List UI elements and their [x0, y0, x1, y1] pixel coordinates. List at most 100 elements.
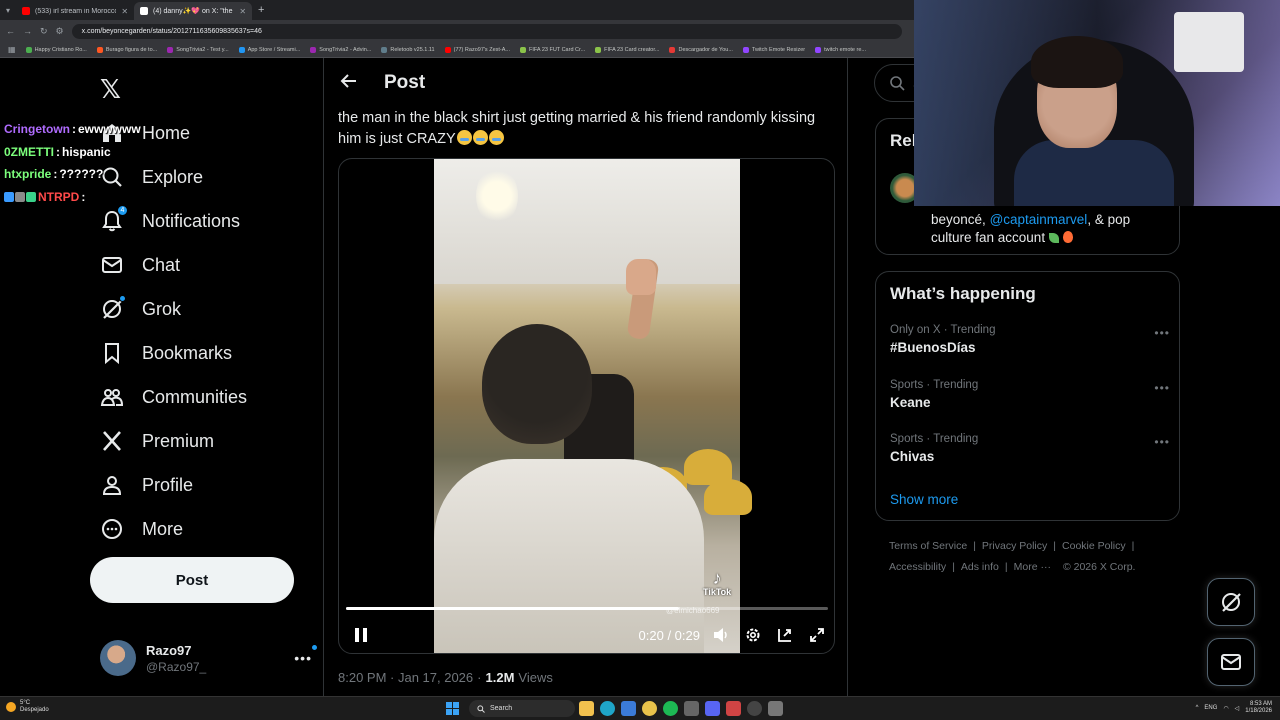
- privacy-link[interactable]: Privacy Policy: [982, 540, 1047, 552]
- post-header: Post: [324, 58, 847, 108]
- post-button[interactable]: Post: [90, 557, 294, 603]
- sidebar-item-grok[interactable]: Grok: [100, 293, 181, 325]
- settings-gear-icon[interactable]: [768, 701, 783, 716]
- grok-icon: [100, 295, 126, 321]
- new-tab-plus-icon[interactable]: +: [258, 4, 264, 16]
- leaf-emoji-icon: [1048, 233, 1059, 243]
- taskbar-search-label: Search: [490, 705, 513, 712]
- system-tray: ^ ENG ◠ ◁ 8:53 AM 1/18/2026: [1196, 701, 1272, 715]
- picture-in-picture-icon[interactable]: [774, 624, 796, 646]
- discord-icon[interactable]: [705, 701, 720, 716]
- app-icon[interactable]: [684, 701, 699, 716]
- video-frame: ♪ TikTok @elmichao669: [434, 159, 752, 653]
- footer-more-link[interactable]: More ···: [1014, 561, 1051, 573]
- trend-item[interactable]: Sports · Trending Chivas •••: [890, 433, 1170, 464]
- fullscreen-icon[interactable]: [806, 624, 828, 646]
- account-handle: @Razo97_: [146, 659, 207, 674]
- x-logo-icon[interactable]: 𝕏: [100, 74, 121, 105]
- settings-gear-icon[interactable]: [742, 624, 764, 646]
- bookmark-item[interactable]: FIFA 23 Card creator...: [595, 46, 659, 53]
- app-icon[interactable]: [726, 701, 741, 716]
- file-explorer-icon[interactable]: [579, 701, 594, 716]
- crying-face-emoji-icon: [488, 130, 504, 145]
- sidebar-item-chat[interactable]: Chat: [100, 249, 180, 281]
- chrome-icon[interactable]: [642, 701, 657, 716]
- spotify-icon[interactable]: [663, 701, 678, 716]
- bio-mention-link[interactable]: @captainmarvel: [990, 212, 1088, 227]
- ads-info-link[interactable]: Ads info: [961, 561, 999, 573]
- video-time: 0:20 / 0:29: [638, 627, 700, 643]
- reload-icon[interactable]: ↻: [40, 26, 48, 37]
- account-info: Razo97 @Razo97_: [146, 643, 284, 674]
- bookmark-item[interactable]: Happy Cristiano Ro...: [25, 46, 87, 53]
- close-tab-icon[interactable]: ✕: [121, 7, 128, 16]
- wifi-icon[interactable]: ◠: [1223, 705, 1228, 712]
- obs-icon[interactable]: [747, 701, 762, 716]
- trend-item[interactable]: Only on X · Trending #BuenosDías •••: [890, 324, 1170, 355]
- back-arrow-icon[interactable]: [340, 72, 358, 95]
- windows-start-icon[interactable]: [446, 702, 459, 715]
- url-input[interactable]: x.com/beyoncegarden/status/2012711635609…: [71, 23, 902, 39]
- bookmark-item[interactable]: App Store / Streami...: [238, 46, 300, 53]
- bookmark-favicon-icon: [167, 46, 174, 53]
- grok-floating-button[interactable]: [1207, 578, 1255, 626]
- accessibility-link[interactable]: Accessibility: [889, 561, 946, 573]
- account-switcher[interactable]: Razo97 @Razo97_ •••: [100, 638, 318, 678]
- page-title: Post: [384, 72, 426, 93]
- tiktok-watermark: ♪ TikTok: [703, 569, 731, 597]
- browser-tab-youtube[interactable]: (533) irl stream in Morocco so... ✕: [16, 2, 134, 20]
- clock[interactable]: 8:53 AM 1/18/2026: [1245, 701, 1272, 715]
- apps-grid-icon[interactable]: ▦: [8, 45, 16, 54]
- bookmark-label: Burago figura de to...: [105, 46, 158, 53]
- edge-icon[interactable]: [600, 701, 615, 716]
- cookie-link[interactable]: Cookie Policy: [1062, 540, 1126, 552]
- more-horizontal-icon[interactable]: •••: [1154, 435, 1170, 449]
- sidebar-item-bookmarks[interactable]: Bookmarks: [100, 337, 232, 369]
- sidebar-item-premium[interactable]: Premium: [100, 425, 214, 457]
- bookmark-item[interactable]: Reletoob v25.1.11: [381, 46, 435, 53]
- pause-icon[interactable]: [349, 623, 373, 647]
- video-progress-bar[interactable]: [346, 607, 828, 610]
- post-timestamp[interactable]: 8:20 PM · Jan 17, 2026: [338, 670, 473, 685]
- new-indicator-dot: [311, 644, 318, 651]
- bookmark-item[interactable]: Twitch Emote Resizer: [742, 46, 805, 53]
- terms-link[interactable]: Terms of Service: [889, 540, 967, 552]
- sidebar-item-communities[interactable]: Communities: [100, 381, 247, 413]
- browser-tab-title: (533) irl stream in Morocco so...: [35, 7, 117, 15]
- person-icon: [100, 473, 124, 497]
- site-info-icon[interactable]: ⚙: [56, 26, 64, 37]
- video-player[interactable]: ♪ TikTok @elmichao669 0:20 / 0:29: [338, 158, 835, 654]
- sidebar-item-label: Grok: [142, 298, 182, 319]
- sidebar-item-notifications[interactable]: 4 Notifications: [100, 205, 240, 237]
- more-horizontal-icon[interactable]: •••: [294, 644, 318, 666]
- bookmark-item[interactable]: FIFA 23 FUT Card Cr...: [519, 46, 585, 53]
- bookmark-item[interactable]: Descargador de You...: [669, 46, 733, 53]
- taskbar-search[interactable]: Search: [469, 700, 575, 717]
- bookmark-item[interactable]: SongTrivia2 - Test y...: [167, 46, 229, 53]
- sidebar-item-more[interactable]: More: [100, 513, 183, 545]
- tab-list-chevron-icon[interactable]: ▾: [6, 6, 10, 15]
- bookmark-item[interactable]: Burago figura de to...: [96, 46, 158, 53]
- bookmark-item[interactable]: SongTrivia2 - Advin...: [310, 46, 371, 53]
- bookmark-item[interactable]: (77) Razo97's Zest-A...: [444, 46, 510, 53]
- taskbar-pinned-apps: [579, 701, 783, 716]
- more-horizontal-icon[interactable]: •••: [1154, 381, 1170, 395]
- trend-item[interactable]: Sports · Trending Keane •••: [890, 379, 1170, 410]
- show-more-link[interactable]: Show more: [890, 492, 958, 507]
- crying-face-emoji-icon: [472, 130, 488, 145]
- sidebar-item-profile[interactable]: Profile: [100, 469, 193, 501]
- volume-icon[interactable]: ◁: [1235, 705, 1240, 712]
- language-indicator[interactable]: ENG: [1204, 705, 1217, 711]
- forward-icon[interactable]: →: [23, 26, 32, 36]
- chevron-up-icon[interactable]: ^: [1196, 705, 1199, 711]
- weather-widget[interactable]: 5°C Despejado: [6, 700, 49, 714]
- app-icon[interactable]: [621, 701, 636, 716]
- browser-tab-x[interactable]: (4) danny✨💖 on X: "the m... ✕: [134, 2, 253, 20]
- back-icon[interactable]: ←: [6, 26, 15, 36]
- bookmark-item[interactable]: twitch emote re...: [815, 46, 866, 53]
- messages-floating-button[interactable]: [1207, 638, 1255, 686]
- close-tab-icon[interactable]: ✕: [239, 7, 246, 16]
- more-horizontal-icon[interactable]: •••: [1154, 326, 1170, 340]
- volume-icon[interactable]: [710, 624, 732, 646]
- mail-icon: [100, 253, 124, 277]
